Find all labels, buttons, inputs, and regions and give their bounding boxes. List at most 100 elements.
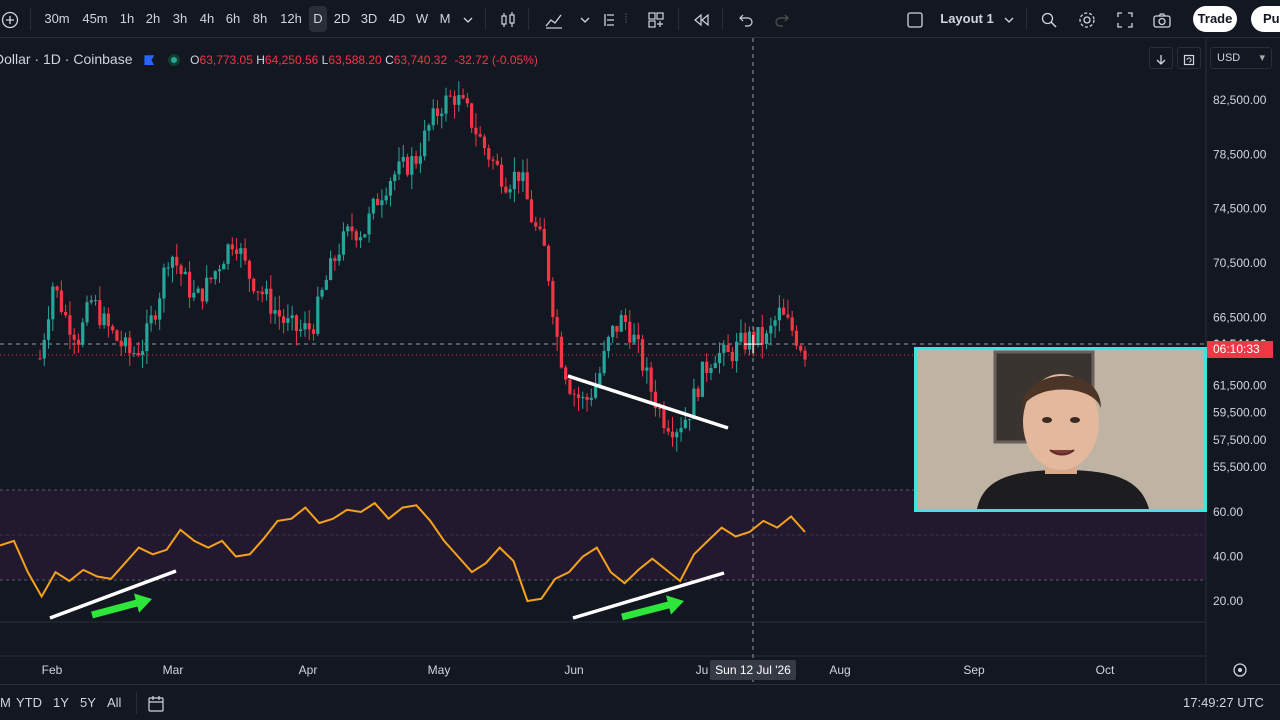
drag-handle-icon[interactable]: ⁞ — [622, 6, 630, 32]
time-axis-label: Mar — [163, 663, 184, 677]
candle-body — [435, 108, 440, 117]
refresh-icon[interactable] — [1177, 47, 1201, 69]
green-arrow-1 — [91, 598, 144, 619]
candle-body — [234, 249, 239, 254]
interval-m[interactable]: M — [436, 6, 454, 32]
layout-square-icon[interactable] — [904, 6, 926, 32]
candle-body — [764, 333, 769, 344]
candle-body — [709, 367, 713, 373]
candle-body — [294, 315, 299, 332]
interval-30m[interactable]: 30m — [40, 6, 74, 32]
range-1m[interactable]: M — [0, 693, 11, 713]
chevron-down-icon[interactable] — [578, 6, 592, 32]
calendar-icon[interactable] — [147, 693, 165, 713]
candle-body — [51, 286, 55, 320]
candle-body — [495, 160, 499, 165]
candle-body — [538, 226, 542, 229]
clock-time[interactable]: 17:49:27 UTC — [1183, 693, 1264, 713]
range-all[interactable]: All — [107, 693, 121, 713]
candle-body — [508, 189, 512, 193]
candle-body — [431, 108, 435, 126]
candle-body — [64, 312, 68, 316]
candle-body — [546, 245, 551, 282]
interval-2h[interactable]: 2h — [142, 6, 164, 32]
interval-4h[interactable]: 4h — [196, 6, 218, 32]
candle-body — [534, 222, 538, 227]
search-icon[interactable] — [1038, 6, 1060, 32]
layout-grid-icon[interactable] — [645, 6, 667, 32]
chevron-down-icon[interactable] — [460, 6, 476, 32]
range-5y[interactable]: 5Y — [80, 693, 96, 713]
candle-body — [696, 388, 700, 397]
candle-body — [683, 419, 687, 428]
candle-body — [623, 315, 628, 322]
add-symbol-icon[interactable] — [0, 6, 20, 32]
redo-icon[interactable] — [772, 6, 792, 32]
candle-body — [666, 428, 670, 432]
open-value: 63,773.05 — [199, 53, 253, 67]
camera-icon[interactable] — [1150, 6, 1174, 32]
candle-body — [123, 337, 128, 347]
candle-body — [393, 174, 397, 182]
candle-body — [166, 267, 170, 269]
webcam-overlay — [914, 347, 1207, 512]
flag-icon[interactable] — [144, 55, 155, 66]
interval-3h[interactable]: 3h — [169, 6, 191, 32]
candle-body — [162, 267, 166, 299]
chevron-down-icon[interactable] — [1002, 6, 1016, 32]
interval-6h[interactable]: 6h — [222, 6, 244, 32]
indicators-icon[interactable] — [542, 6, 566, 32]
templates-icon[interactable] — [604, 6, 616, 32]
interval-2d[interactable]: 2D — [331, 6, 353, 32]
interval-45m[interactable]: 45m — [78, 6, 112, 32]
interval-3d[interactable]: 3D — [358, 6, 380, 32]
range-1y[interactable]: 1Y — [53, 693, 69, 713]
candle-body — [81, 322, 85, 345]
price-tick-label: 66,500.00 — [1213, 310, 1267, 324]
layout-name[interactable]: Layout 1 — [936, 6, 998, 32]
candles-icon[interactable] — [497, 6, 519, 32]
price-tick-label: 78,500.00 — [1213, 147, 1267, 161]
settings-icon[interactable] — [1076, 6, 1098, 32]
time-axis-label: Ju — [696, 663, 709, 677]
countdown-label: 06:10:33 — [1213, 342, 1260, 356]
candle-body — [692, 388, 696, 420]
interval-1h[interactable]: 1h — [116, 6, 138, 32]
candle-body — [414, 156, 418, 164]
scroll-down-icon[interactable] — [1149, 47, 1173, 69]
candle-body — [461, 95, 465, 99]
symbol-title[interactable]: Dollar · 1D · Coinbase — [0, 51, 133, 67]
high-value: 64,250.56 — [264, 53, 319, 67]
candle-body — [444, 95, 448, 114]
candle-body — [269, 288, 273, 314]
interval-w[interactable]: W — [413, 6, 431, 32]
candle-body — [264, 288, 269, 295]
candle-body — [303, 323, 307, 330]
candle-body — [773, 320, 777, 326]
candle-body — [790, 317, 794, 331]
candle-body — [388, 181, 393, 196]
publish-button[interactable]: Pu — [1251, 6, 1280, 32]
undo-icon[interactable] — [736, 6, 756, 32]
price-tick-label: 55,500.00 — [1213, 460, 1267, 474]
candle-body — [529, 199, 534, 223]
range-ytd[interactable]: YTD — [16, 693, 42, 713]
candle-body — [615, 325, 619, 332]
candle-body — [68, 315, 72, 335]
low-value: 63,588.20 — [328, 53, 382, 67]
candle-body — [705, 361, 709, 373]
candle-body — [111, 326, 115, 331]
interval-8h[interactable]: 8h — [249, 6, 271, 32]
candle-body — [170, 256, 175, 268]
candle-body — [457, 95, 461, 105]
candle-body — [149, 315, 153, 324]
trade-button[interactable]: Trade — [1193, 6, 1237, 32]
interval-12h[interactable]: 12h — [277, 6, 305, 32]
interval-4d[interactable]: 4D — [386, 6, 408, 32]
currency-select[interactable]: USD — [1210, 47, 1272, 69]
candle-body — [282, 316, 286, 323]
candle-body — [576, 394, 581, 398]
fullscreen-icon[interactable] — [1114, 6, 1136, 32]
interval-d[interactable]: D — [309, 6, 327, 32]
replay-icon[interactable] — [690, 6, 712, 32]
